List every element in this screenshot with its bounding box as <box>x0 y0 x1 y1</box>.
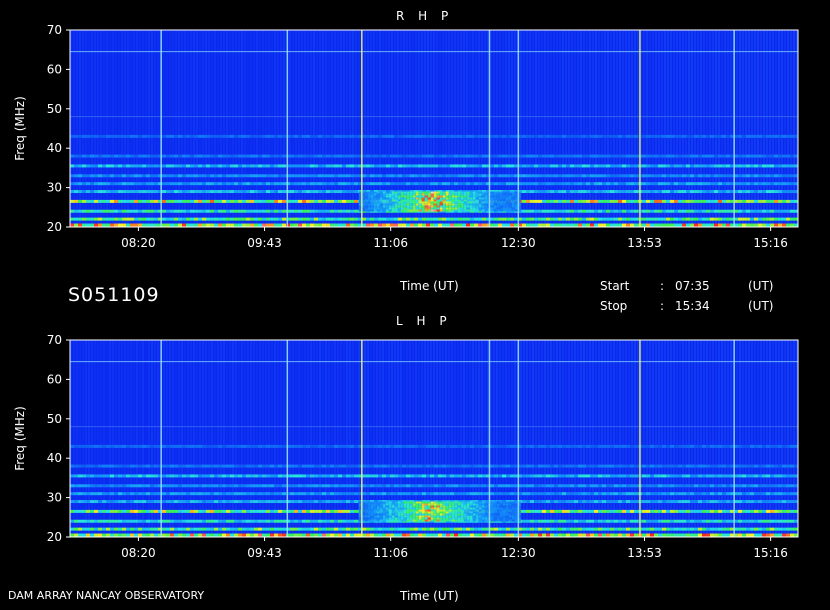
x-tick-label: 15:16 <box>753 546 788 560</box>
x-tick-label: 15:16 <box>753 236 788 250</box>
burst-region <box>358 191 521 212</box>
rhp-title: R H P <box>396 9 454 23</box>
time-axis-label-top: Time (UT) <box>400 279 459 293</box>
y-tick-label: 40 <box>47 141 62 155</box>
y-tick-label: 70 <box>47 333 62 347</box>
x-tick-label: 11:06 <box>373 236 408 250</box>
x-tick-label: 12:30 <box>501 236 536 250</box>
x-tick-label: 12:30 <box>501 546 536 560</box>
x-tick-label: 13:53 <box>627 546 662 560</box>
start-unit: (UT) <box>748 279 774 293</box>
y-axis-label: Freq (MHz) <box>13 406 27 471</box>
y-tick-label: 40 <box>47 451 62 465</box>
y-tick-label: 20 <box>47 530 62 544</box>
rhp-spectrogram: 20 30 40 50 60 70 08:20 09:43 11:06 12:30 13:53 15:… <box>13 23 799 250</box>
y-tick-label: 60 <box>47 62 62 76</box>
rhp-plot: R H P 20 30 40 50 60 70 08:20 09:43 11:06 12:30 13… <box>0 0 830 260</box>
y-axis-label: Freq (MHz) <box>13 96 27 161</box>
x-tick-label: 08:20 <box>121 236 156 250</box>
start-label: Start <box>600 279 630 293</box>
burst-region <box>358 501 521 522</box>
y-tick-label: 60 <box>47 372 62 386</box>
footer-label: DAM ARRAY NANCAY OBSERVATORY <box>8 589 205 602</box>
x-tick-label: 13:53 <box>627 236 662 250</box>
y-tick-label: 30 <box>47 491 62 505</box>
time-axis-label-bottom: Time (UT) <box>400 589 459 603</box>
lhp-plot: L H P 20 30 40 50 60 70 08:20 09:43 11:06 12:30 13… <box>0 310 830 570</box>
x-tick-label: 09:43 <box>247 236 282 250</box>
y-tick-label: 50 <box>47 102 62 116</box>
lhp-spectrogram: 20 30 40 50 60 70 08:20 09:43 11:06 12:30 13:53 15:… <box>13 333 799 560</box>
y-tick-label: 70 <box>47 23 62 37</box>
x-tick-label: 09:43 <box>247 546 282 560</box>
session-code: S051109 <box>68 284 160 306</box>
start-sep: : <box>660 279 665 293</box>
lhp-title: L H P <box>396 314 452 328</box>
x-tick-label: 11:06 <box>373 546 408 560</box>
y-tick-label: 20 <box>47 220 62 234</box>
y-tick-label: 50 <box>47 412 62 426</box>
y-tick-label: 30 <box>47 181 62 195</box>
start-value: 07:35 <box>675 279 710 293</box>
x-tick-label: 08:20 <box>121 546 156 560</box>
